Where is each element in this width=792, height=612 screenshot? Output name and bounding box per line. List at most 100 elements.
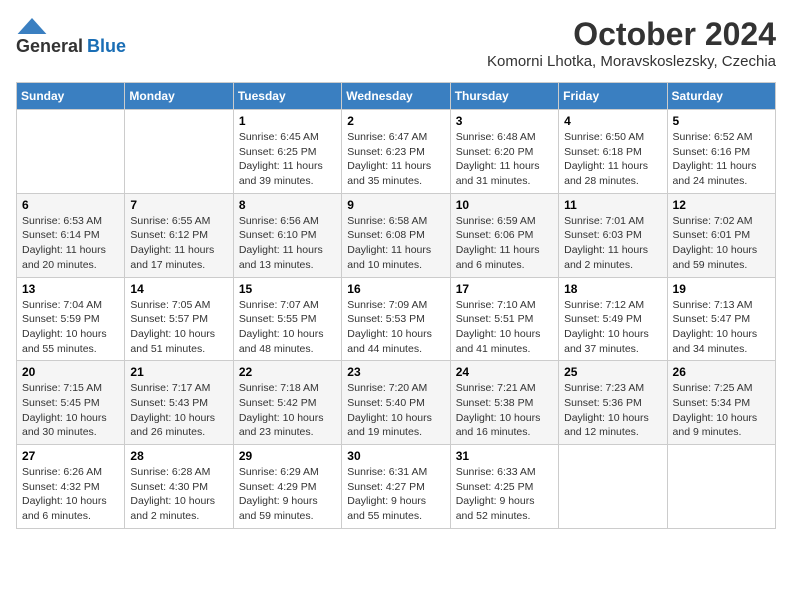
calendar-week-row: 1Sunrise: 6:45 AMSunset: 6:25 PMDaylight…	[17, 110, 776, 194]
day-number: 10	[456, 198, 553, 212]
day-info: Sunrise: 7:18 AMSunset: 5:42 PMDaylight:…	[239, 381, 336, 440]
calendar-subtitle: Komorni Lhotka, Moravskoslezsky, Czechia	[487, 53, 776, 70]
weekday-header: Saturday	[667, 83, 775, 110]
calendar-header-row: SundayMondayTuesdayWednesdayThursdayFrid…	[17, 83, 776, 110]
title-section: October 2024 Komorni Lhotka, Moravskosle…	[487, 16, 776, 70]
calendar-cell: 14 Sunrise: 7:05 AMSunset: 5:57 PMDayligh…	[125, 277, 233, 361]
day-info: Sunrise: 6:47 AMSunset: 6:23 PMDaylight:…	[347, 130, 444, 189]
day-number: 9	[347, 198, 444, 212]
calendar-week-row: 13Sunrise: 7:04 AMSunset: 5:59 PMDayligh…	[17, 277, 776, 361]
day-info: Sunrise: 6:48 AMSunset: 6:20 PMDaylight:…	[456, 130, 553, 189]
weekday-header: Friday	[559, 83, 667, 110]
day-number: 23	[347, 365, 444, 379]
day-number: 16	[347, 282, 444, 296]
day-info: Sunrise: 7:12 AMSunset: 5:49 PMDaylight:…	[564, 298, 661, 357]
calendar-cell	[667, 445, 775, 529]
calendar-cell	[17, 110, 125, 194]
day-number: 6	[22, 198, 119, 212]
calendar-cell: 5Sunrise: 6:52 AMSunset: 6:16 PMDaylight…	[667, 110, 775, 194]
day-number: 30	[347, 449, 444, 463]
day-number: 5	[673, 114, 770, 128]
day-info: Sunrise: 6:56 AMSunset: 6:10 PMDaylight:…	[239, 214, 336, 273]
calendar-cell: 19Sunrise: 7:13 AMSunset: 5:47 PMDayligh…	[667, 277, 775, 361]
calendar-cell: 18Sunrise: 7:12 AMSunset: 5:49 PMDayligh…	[559, 277, 667, 361]
calendar-cell: 8Sunrise: 6:56 AMSunset: 6:10 PMDaylight…	[233, 193, 341, 277]
calendar-cell: 2 Sunrise: 6:47 AMSunset: 6:23 PMDaylight…	[342, 110, 450, 194]
calendar-cell: 3 Sunrise: 6:48 AMSunset: 6:20 PMDaylight…	[450, 110, 558, 194]
weekday-header: Thursday	[450, 83, 558, 110]
day-info: Sunrise: 7:23 AMSunset: 5:36 PMDaylight:…	[564, 381, 661, 440]
calendar-week-row: 6 Sunrise: 6:53 AMSunset: 6:14 PMDaylight…	[17, 193, 776, 277]
day-info: Sunrise: 6:59 AMSunset: 6:06 PMDaylight:…	[456, 214, 553, 273]
calendar-cell: 26 Sunrise: 7:25 AMSunset: 5:34 PMDayligh…	[667, 361, 775, 445]
day-number: 25	[564, 365, 661, 379]
calendar-week-row: 27Sunrise: 6:26 AMSunset: 4:32 PMDayligh…	[17, 445, 776, 529]
day-info: Sunrise: 6:31 AMSunset: 4:27 PMDaylight:…	[347, 465, 444, 524]
day-number: 4	[564, 114, 661, 128]
day-number: 17	[456, 282, 553, 296]
day-number: 22	[239, 365, 336, 379]
calendar-cell	[125, 110, 233, 194]
day-info: Sunrise: 7:21 AMSunset: 5:38 PMDaylight:…	[456, 381, 553, 440]
calendar-cell: 1Sunrise: 6:45 AMSunset: 6:25 PMDaylight…	[233, 110, 341, 194]
page-header: General Blue October 2024 Komorni Lhotka…	[16, 16, 776, 70]
calendar-cell: 17 Sunrise: 7:10 AMSunset: 5:51 PMDayligh…	[450, 277, 558, 361]
day-number: 2	[347, 114, 444, 128]
day-info: Sunrise: 7:10 AMSunset: 5:51 PMDaylight:…	[456, 298, 553, 357]
calendar-cell: 16 Sunrise: 7:09 AMSunset: 5:53 PMDayligh…	[342, 277, 450, 361]
day-info: Sunrise: 7:04 AMSunset: 5:59 PMDaylight:…	[22, 298, 119, 357]
calendar-cell: 31 Sunrise: 6:33 AMSunset: 4:25 PMDayligh…	[450, 445, 558, 529]
day-number: 29	[239, 449, 336, 463]
calendar-title: October 2024	[487, 16, 776, 53]
day-number: 24	[456, 365, 553, 379]
weekday-header: Sunday	[17, 83, 125, 110]
logo-general: General	[16, 36, 83, 57]
day-info: Sunrise: 6:33 AMSunset: 4:25 PMDaylight:…	[456, 465, 553, 524]
day-number: 11	[564, 198, 661, 212]
calendar-cell: 28 Sunrise: 6:28 AMSunset: 4:30 PMDayligh…	[125, 445, 233, 529]
calendar-cell: 22 Sunrise: 7:18 AMSunset: 5:42 PMDayligh…	[233, 361, 341, 445]
calendar-cell: 23 Sunrise: 7:20 AMSunset: 5:40 PMDayligh…	[342, 361, 450, 445]
weekday-header: Tuesday	[233, 83, 341, 110]
day-number: 31	[456, 449, 553, 463]
calendar-cell: 24 Sunrise: 7:21 AMSunset: 5:38 PMDayligh…	[450, 361, 558, 445]
day-number: 14	[130, 282, 227, 296]
calendar-cell: 9 Sunrise: 6:58 AMSunset: 6:08 PMDaylight…	[342, 193, 450, 277]
day-info: Sunrise: 6:26 AMSunset: 4:32 PMDaylight:…	[22, 465, 119, 524]
calendar-cell: 12 Sunrise: 7:02 AMSunset: 6:01 PMDayligh…	[667, 193, 775, 277]
day-number: 7	[130, 198, 227, 212]
day-info: Sunrise: 6:55 AMSunset: 6:12 PMDaylight:…	[130, 214, 227, 273]
day-info: Sunrise: 7:20 AMSunset: 5:40 PMDaylight:…	[347, 381, 444, 440]
day-number: 26	[673, 365, 770, 379]
calendar-cell: 27Sunrise: 6:26 AMSunset: 4:32 PMDayligh…	[17, 445, 125, 529]
calendar-cell: 21Sunrise: 7:17 AMSunset: 5:43 PMDayligh…	[125, 361, 233, 445]
day-number: 28	[130, 449, 227, 463]
day-info: Sunrise: 6:29 AMSunset: 4:29 PMDaylight:…	[239, 465, 336, 524]
calendar-cell: 7 Sunrise: 6:55 AMSunset: 6:12 PMDaylight…	[125, 193, 233, 277]
calendar-cell: 20 Sunrise: 7:15 AMSunset: 5:45 PMDayligh…	[17, 361, 125, 445]
day-info: Sunrise: 6:58 AMSunset: 6:08 PMDaylight:…	[347, 214, 444, 273]
calendar-cell: 15 Sunrise: 7:07 AMSunset: 5:55 PMDayligh…	[233, 277, 341, 361]
calendar-cell: 4Sunrise: 6:50 AMSunset: 6:18 PMDaylight…	[559, 110, 667, 194]
day-info: Sunrise: 6:53 AMSunset: 6:14 PMDaylight:…	[22, 214, 119, 273]
day-info: Sunrise: 7:01 AMSunset: 6:03 PMDaylight:…	[564, 214, 661, 273]
day-info: Sunrise: 7:15 AMSunset: 5:45 PMDaylight:…	[22, 381, 119, 440]
calendar-table: SundayMondayTuesdayWednesdayThursdayFrid…	[16, 82, 776, 529]
day-info: Sunrise: 7:05 AMSunset: 5:57 PMDaylight:…	[130, 298, 227, 357]
day-info: Sunrise: 7:02 AMSunset: 6:01 PMDaylight:…	[673, 214, 770, 273]
day-number: 15	[239, 282, 336, 296]
day-info: Sunrise: 7:25 AMSunset: 5:34 PMDaylight:…	[673, 381, 770, 440]
day-number: 21	[130, 365, 227, 379]
day-info: Sunrise: 7:07 AMSunset: 5:55 PMDaylight:…	[239, 298, 336, 357]
day-number: 3	[456, 114, 553, 128]
day-number: 20	[22, 365, 119, 379]
calendar-cell: 11 Sunrise: 7:01 AMSunset: 6:03 PMDayligh…	[559, 193, 667, 277]
day-number: 12	[673, 198, 770, 212]
day-info: Sunrise: 7:09 AMSunset: 5:53 PMDaylight:…	[347, 298, 444, 357]
weekday-header: Wednesday	[342, 83, 450, 110]
day-info: Sunrise: 6:28 AMSunset: 4:30 PMDaylight:…	[130, 465, 227, 524]
calendar-week-row: 20 Sunrise: 7:15 AMSunset: 5:45 PMDayligh…	[17, 361, 776, 445]
logo: General Blue	[16, 16, 126, 57]
day-info: Sunrise: 7:13 AMSunset: 5:47 PMDaylight:…	[673, 298, 770, 357]
logo-blue: Blue	[87, 36, 126, 57]
